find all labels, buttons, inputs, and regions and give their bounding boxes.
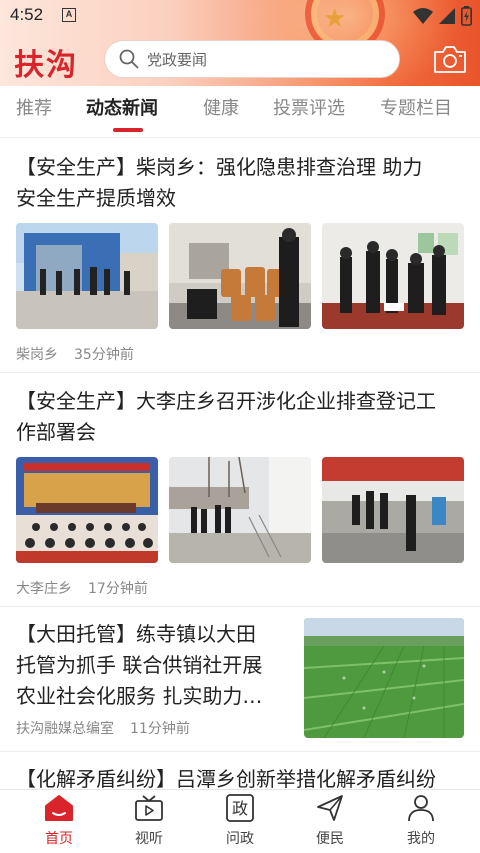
search-input[interactable]: 党政要闻 — [104, 40, 400, 78]
news-title[interactable]: 【大田托管】练寺镇以大田 托管为抓手 联合供销社开展 农业社会化服务 扎实助力… — [16, 619, 262, 712]
search-icon — [119, 49, 139, 69]
nav-wenzheng[interactable]: 政 问政 — [210, 794, 270, 848]
news-title[interactable]: 【安全生产】大李庄乡召开涉化企业排查登记工 作部署会 — [16, 386, 436, 448]
nav-video[interactable]: 视听 — [119, 794, 179, 848]
tab-dynamic-news[interactable]: 动态新闻 — [86, 94, 158, 120]
news-title[interactable]: 【安全生产】柴岗乡：强化隐患排查治理 助力 安全生产提质增效 — [16, 152, 422, 214]
news-image[interactable] — [322, 457, 464, 563]
nav-home[interactable]: 首页 — [29, 794, 89, 848]
user-icon — [408, 795, 434, 822]
news-meta: 扶沟融媒总编室 11分钟前 — [16, 718, 190, 738]
news-meta: 柴岗乡 35分钟前 — [16, 344, 134, 364]
news-image[interactable] — [16, 223, 158, 329]
battery-icon — [461, 6, 472, 26]
send-icon — [317, 795, 343, 821]
news-source: 大李庄乡 — [16, 581, 72, 597]
app-logo: 扶沟 — [14, 48, 78, 83]
category-tabs: 推荐 动态新闻 健康 投票评选 专题栏目 — [0, 86, 480, 138]
news-time: 35分钟前 — [74, 347, 134, 363]
search-placeholder: 党政要闻 — [147, 50, 208, 69]
news-source: 扶沟融媒总编室 — [16, 721, 114, 737]
news-meta: 大李庄乡 17分钟前 — [16, 578, 148, 598]
signal-icon — [439, 8, 455, 24]
camera-icon[interactable] — [433, 44, 467, 74]
nav-bianmin[interactable]: 便民 — [300, 794, 360, 848]
active-tab-indicator — [113, 128, 143, 132]
news-time: 17分钟前 — [88, 581, 148, 597]
news-item[interactable]: 【大田托管】练寺镇以大田 托管为抓手 联合供销社开展 农业社会化服务 扎实助力…… — [0, 607, 480, 751]
tab-health[interactable]: 健康 — [203, 94, 239, 120]
home-icon — [45, 795, 73, 821]
wifi-icon — [413, 8, 433, 24]
news-item[interactable]: 【化解矛盾纠纷】吕潭乡创新举措化解矛盾纠纷 — [0, 752, 480, 791]
news-image[interactable] — [304, 618, 464, 738]
notification-icon: A — [62, 8, 76, 22]
zheng-icon: 政 — [226, 794, 254, 822]
bottom-nav: 首页 视听 政 问政 便民 我的 — [0, 789, 480, 853]
app-header: ★ 4:52 A 扶沟 党政要闻 — [0, 0, 480, 86]
tab-recommend[interactable]: 推荐 — [16, 94, 52, 120]
status-bar: 4:52 A — [0, 0, 480, 32]
tab-special[interactable]: 专题栏目 — [380, 94, 452, 120]
news-source: 柴岗乡 — [16, 347, 58, 363]
svg-text:政: 政 — [232, 799, 248, 818]
news-image[interactable] — [322, 223, 464, 329]
status-time: 4:52 — [10, 5, 44, 24]
nav-mine[interactable]: 我的 — [391, 794, 451, 848]
news-image[interactable] — [16, 457, 158, 563]
news-item[interactable]: 【安全生产】柴岗乡：强化隐患排查治理 助力 安全生产提质增效 柴岗乡 35分钟前 — [0, 138, 480, 372]
news-time: 11分钟前 — [130, 721, 190, 737]
news-image[interactable] — [169, 457, 311, 563]
news-item[interactable]: 【安全生产】大李庄乡召开涉化企业排查登记工 作部署会 大李庄乡 17分钟前 — [0, 373, 480, 606]
tv-icon — [135, 795, 163, 821]
news-image[interactable] — [169, 223, 311, 329]
tab-vote[interactable]: 投票评选 — [273, 94, 345, 120]
